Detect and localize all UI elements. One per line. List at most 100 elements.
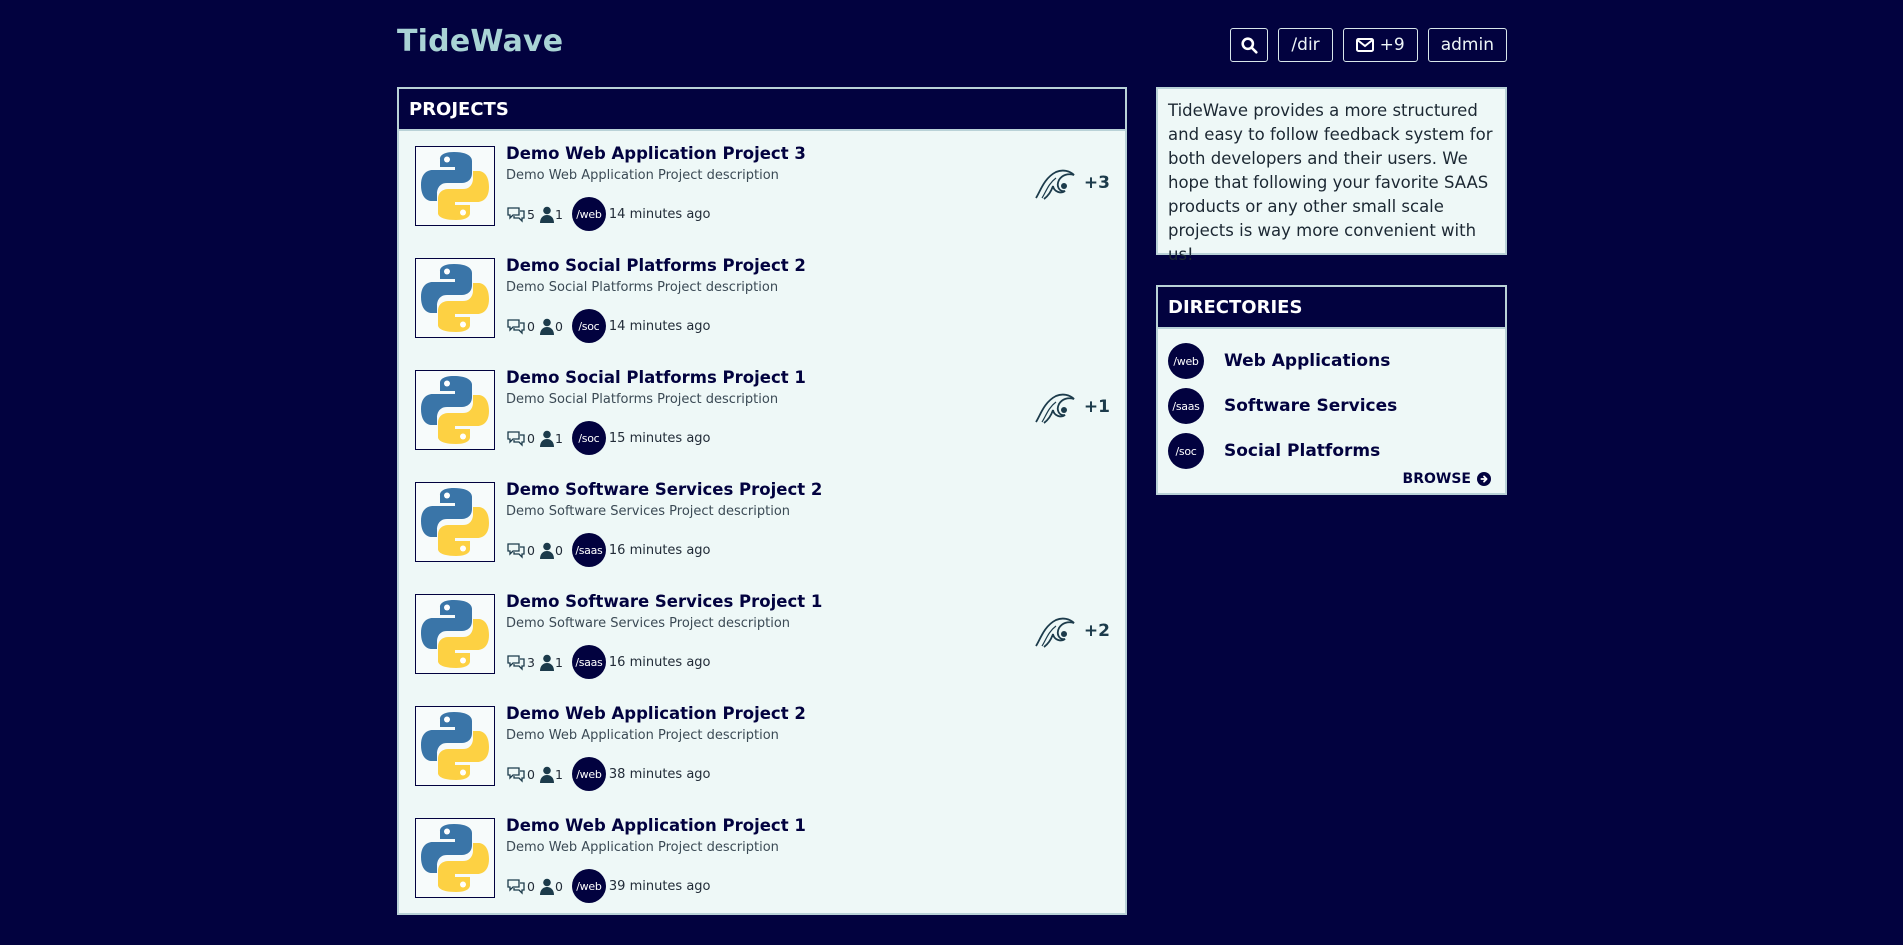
project-thumbnail[interactable] [415,258,495,338]
project-meta: 5 1/web 14 minutes ago [506,197,711,231]
project-list-item[interactable]: Demo Web Application Project 3 Demo Web A… [415,144,1110,246]
comments-icon [507,878,525,895]
project-list-item[interactable]: Demo Social Platforms Project 2 Demo Soci… [415,256,1110,358]
project-meta: 0 0/web 39 minutes ago [506,869,711,903]
follower-count: 1 [554,430,563,446]
project-list-item[interactable]: Demo Social Platforms Project 1 Demo Soci… [415,368,1110,470]
directories-panel: DIRECTORIES /web Web Applications/saas Sof… [1156,285,1507,495]
directory-name[interactable]: Web Applications [1224,351,1390,371]
directory-item[interactable]: /saas Software Services [1168,387,1397,425]
project-meta: 3 1/saas 16 minutes ago [506,645,711,679]
directory-badge[interactable]: /soc [571,309,606,343]
project-timestamp: 14 minutes ago [608,318,711,334]
user-menu-button[interactable]: admin [1427,28,1507,62]
comments-icon [507,430,525,447]
inbox-count: +9 [1379,35,1405,55]
about-text: TideWave provides a more structured and … [1168,101,1493,264]
project-title[interactable]: Demo Software Services Project 2 [506,480,822,499]
comment-count: 0 [527,430,535,446]
project-thumbnail[interactable] [415,818,495,898]
brand-logo[interactable]: TideWave [397,24,563,59]
python-logo-icon [421,488,489,556]
follower-count: 0 [554,542,563,558]
directory-item[interactable]: /soc Social Platforms [1168,432,1380,470]
comments-icon [507,766,525,783]
project-timestamp: 16 minutes ago [608,654,711,670]
project-meta: 0 0/saas 16 minutes ago [506,533,711,567]
wave-vote-button[interactable]: +2 [1034,614,1110,648]
project-thumbnail[interactable] [415,594,495,674]
arrow-circle-right-icon [1477,472,1491,486]
inbox-button[interactable]: +9 [1342,28,1418,62]
project-title[interactable]: Demo Social Platforms Project 2 [506,256,806,275]
python-logo-icon [421,152,489,220]
project-title[interactable]: Demo Web Application Project 3 [506,144,806,163]
comment-count: 3 [527,654,535,670]
project-timestamp: 14 minutes ago [608,206,711,222]
directory-item[interactable]: /web Web Applications [1168,342,1390,380]
project-thumbnail[interactable] [415,146,495,226]
comments-icon [507,318,525,335]
project-timestamp: 39 minutes ago [608,878,711,894]
project-meta: 0 1/web 38 minutes ago [506,757,711,791]
comments-icon [507,542,525,559]
follower-count: 0 [554,878,563,894]
project-description: Demo Social Platforms Project descriptio… [506,280,779,295]
project-thumbnail[interactable] [415,482,495,562]
directory-badge[interactable]: /web [571,197,606,231]
project-meta: 0 1/soc 15 minutes ago [506,421,711,455]
project-title[interactable]: Demo Software Services Project 1 [506,592,822,611]
project-title[interactable]: Demo Web Application Project 2 [506,704,806,723]
projects-heading: PROJECTS [399,89,1125,131]
directory-badge[interactable]: /soc [571,421,606,455]
directory-badge: /soc [1168,433,1204,469]
python-logo-icon [421,600,489,668]
browse-label: BROWSE [1402,471,1471,487]
project-description: Demo Software Services Project descripti… [506,504,791,519]
directory-badge: /web [1168,343,1204,379]
follower-count: 1 [554,654,563,670]
wave-icon [1035,169,1075,200]
project-list-item[interactable]: Demo Web Application Project 2 Demo Web A… [415,704,1110,806]
wave-icon [1035,617,1075,648]
user-icon [539,542,554,559]
project-thumbnail[interactable] [415,706,495,786]
projects-panel: PROJECTS Demo Web Application Project 3D… [397,87,1127,915]
project-meta: 0 0/soc 14 minutes ago [506,309,711,343]
search-button[interactable] [1230,28,1269,62]
project-list-item[interactable]: Demo Software Services Project 2 Demo Sof… [415,480,1110,582]
browse-link[interactable]: BROWSE [1403,471,1491,487]
project-list-item[interactable]: Demo Software Services Project 1 Demo Sof… [415,592,1110,694]
project-description: Demo Web Application Project description [506,728,779,743]
directory-button[interactable]: /dir [1278,28,1333,62]
project-title[interactable]: Demo Social Platforms Project 1 [506,368,806,387]
directory-name[interactable]: Software Services [1224,396,1397,416]
comments-icon [507,654,525,671]
search-icon [1241,36,1258,54]
comment-count: 0 [527,542,535,558]
project-timestamp: 38 minutes ago [608,766,711,782]
project-description: Demo Social Platforms Project descriptio… [506,392,779,407]
wave-count: +1 [1083,397,1110,417]
project-description: Demo Software Services Project descripti… [506,616,791,631]
directory-badge[interactable]: /saas [571,533,606,567]
comments-icon [507,206,525,223]
project-title[interactable]: Demo Web Application Project 1 [506,816,806,835]
python-logo-icon [421,376,489,444]
directory-badge[interactable]: /saas [571,645,606,679]
project-description: Demo Web Application Project description [506,840,779,855]
project-list-item[interactable]: Demo Web Application Project 1 Demo Web A… [415,816,1110,918]
project-thumbnail[interactable] [415,370,495,450]
user-icon [539,206,554,223]
wave-vote-button[interactable]: +3 [1034,166,1110,200]
directory-name[interactable]: Social Platforms [1224,441,1380,461]
wave-vote-button[interactable]: +1 [1034,390,1110,424]
user-icon [539,878,554,895]
follower-count: 1 [554,766,563,782]
directory-badge[interactable]: /web [571,869,606,903]
directory-badge[interactable]: /web [571,757,606,791]
user-icon [539,430,554,447]
python-logo-icon [421,824,489,892]
project-timestamp: 16 minutes ago [608,542,711,558]
envelope-icon [1355,38,1374,52]
